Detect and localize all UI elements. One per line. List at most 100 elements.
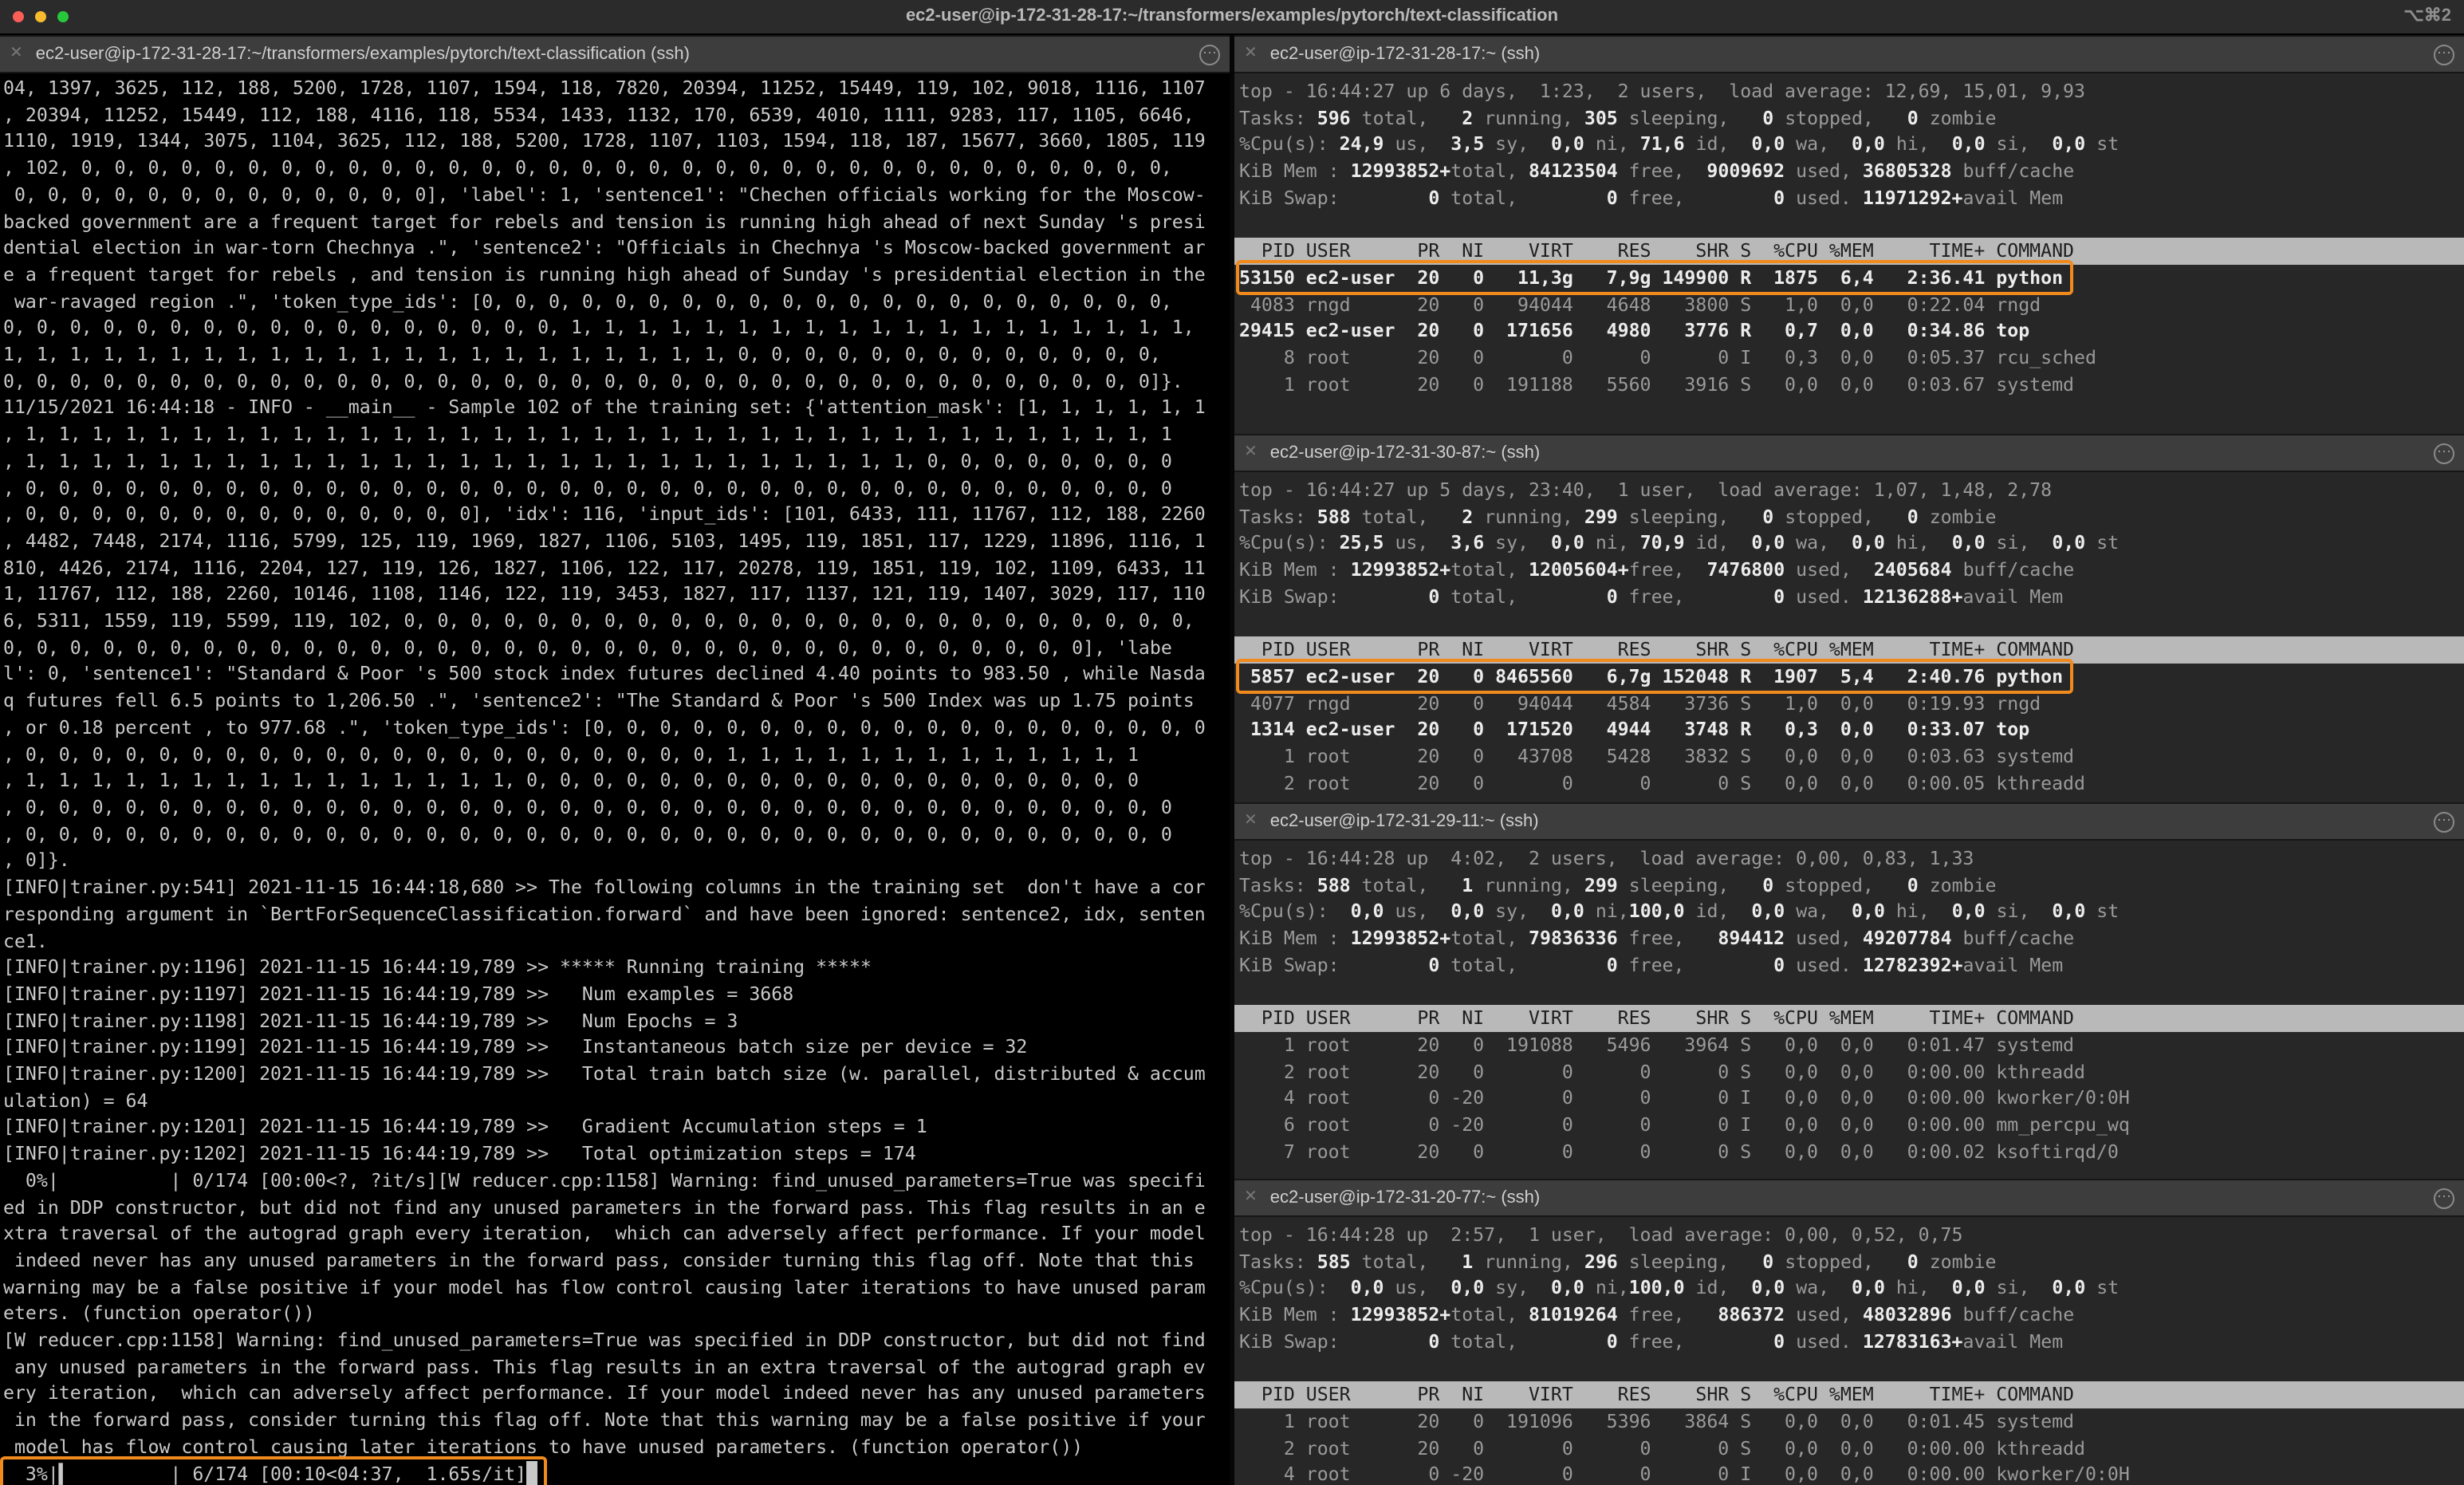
process-row: 29415 ec2-user 20 0 171656 4980 3776 R 0… — [1239, 318, 2464, 345]
terminal-line: l': 0, 'sentence1': "Standard & Poor 's … — [3, 661, 1230, 687]
terminal-line: indeed never has any unused parameters i… — [3, 1247, 1230, 1274]
process-row: 53150 ec2-user 20 0 11,3g 7,9g 149900 R … — [1239, 265, 2464, 291]
process-table-header: PID USER PR NI VIRT RES SHR S %CPU %MEM … — [1234, 1381, 2464, 1408]
terminal-line: 6, 5311, 1559, 119, 5599, 119, 102, 0, 0… — [3, 608, 1230, 634]
top-summary-line: KiB Swap: 0 total, 0 free, 0 used. 12136… — [1239, 584, 2464, 610]
close-pane-icon[interactable]: ✕ — [1244, 46, 1258, 62]
terminal-line: 11/15/2021 16:44:18 - INFO - __main__ - … — [3, 395, 1230, 421]
process-row: 8 root 20 0 0 0 0 I 0,3 0,0 0:05.37 rcu_… — [1239, 345, 2464, 371]
terminal-line: 0%| | 0/174 [00:00<?, ?it/s][W reducer.c… — [3, 1168, 1230, 1194]
terminal-line: , 1, 1, 1, 1, 1, 1, 1, 1, 1, 1, 1, 1, 1,… — [3, 448, 1230, 475]
terminal-line: 0, 0, 0, 0, 0, 0, 0, 0, 0, 0, 0, 0, 0, 0… — [3, 635, 1230, 661]
terminal-line: xtra traversal of the autograd graph eve… — [3, 1220, 1230, 1247]
top-summary-line: top - 16:44:27 up 6 days, 1:23, 2 users,… — [1239, 78, 2464, 104]
close-pane-icon[interactable]: ✕ — [1244, 445, 1258, 461]
top-summary-line: top - 16:44:27 up 5 days, 23:40, 1 user,… — [1239, 477, 2464, 503]
process-row: 4 root 0 -20 0 0 0 I 0,0 0,0 0:00.00 kwo… — [1239, 1462, 2464, 1485]
terminal-line: [INFO|trainer.py:1199] 2021-11-15 16:44:… — [3, 1034, 1230, 1061]
terminal-line: 1, 1, 1, 1, 1, 1, 1, 1, 1, 1, 1, 1, 1, 1… — [3, 341, 1230, 368]
terminal-line: , 4482, 7448, 2174, 1116, 5799, 125, 119… — [3, 528, 1230, 554]
training-log-terminal[interactable]: 04, 1397, 3625, 112, 188, 5200, 1728, 11… — [0, 73, 1230, 1485]
blank-line — [1239, 610, 2464, 636]
top-summary-line: %Cpu(s): 24,9 us, 3,5 sy, 0,0 ni, 71,6 i… — [1239, 132, 2464, 158]
terminal-line: [INFO|trainer.py:541] 2021-11-15 16:44:1… — [3, 874, 1230, 900]
terminal-line: ery iteration, which can adversely affec… — [3, 1381, 1230, 1407]
terminal-line: , 20394, 11252, 15449, 112, 188, 4116, 1… — [3, 101, 1230, 128]
process-row: 5857 ec2-user 20 0 8465560 6,7g 152048 R… — [1239, 664, 2464, 690]
pane-menu-icon[interactable]: ⋯ — [1199, 44, 1220, 65]
top-summary-line: %Cpu(s): 25,5 us, 3,6 sy, 0,0 ni, 70,9 i… — [1239, 530, 2464, 557]
window-titlebar: ec2-user@ip-172-31-28-17:~/transformers/… — [0, 0, 2464, 35]
terminal-line: 0, 0, 0, 0, 0, 0, 0, 0, 0, 0, 0, 0, 0], … — [3, 182, 1230, 208]
terminal-line: [INFO|trainer.py:1197] 2021-11-15 16:44:… — [3, 981, 1230, 1007]
terminal-line: , 0]}. — [3, 848, 1230, 874]
pane-menu-icon[interactable]: ⋯ — [2434, 1188, 2454, 1208]
terminal-line: 0, 0, 0, 0, 0, 0, 0, 0, 0, 0, 0, 0, 0, 0… — [3, 315, 1230, 341]
top-summary-line: %Cpu(s): 0,0 us, 0,0 sy, 0,0 ni,100,0 id… — [1239, 1275, 2464, 1302]
process-row: 7 root 20 0 0 0 0 S 0,0 0,0 0:00.02 ksof… — [1239, 1138, 2464, 1164]
process-row: 4083 rngd 20 0 94044 4648 3800 S 1,0 0,0… — [1239, 291, 2464, 317]
top-output-terminal[interactable]: top - 16:44:28 up 2:57, 1 user, load ave… — [1234, 1217, 2464, 1485]
terminal-line: model has flow control causing later ite… — [3, 1434, 1230, 1460]
terminal-cursor — [526, 1460, 537, 1485]
terminal-line: [INFO|trainer.py:1200] 2021-11-15 16:44:… — [3, 1061, 1230, 1087]
top-summary-line: KiB Mem : 12993852+total, 12005604+free,… — [1239, 557, 2464, 583]
terminal-line: , 1, 1, 1, 1, 1, 1, 1, 1, 1, 1, 1, 1, 1,… — [3, 768, 1230, 794]
terminal-line: , or 0.18 percent , to 977.68 .", 'token… — [3, 715, 1230, 741]
terminal-line: , 102, 0, 0, 0, 0, 0, 0, 0, 0, 0, 0, 0, … — [3, 155, 1230, 181]
terminal-line: ed in DDP constructor, but did not find … — [3, 1194, 1230, 1220]
terminal-line: war-ravaged region .", 'token_type_ids':… — [3, 288, 1230, 314]
terminal-line: q futures fell 6.5 points to 1,206.50 ."… — [3, 687, 1230, 714]
blank-line — [1239, 979, 2464, 1005]
terminal-line: 04, 1397, 3625, 112, 188, 5200, 1728, 11… — [3, 75, 1230, 101]
process-row: 1 root 20 0 191188 5560 3916 S 0,0 0,0 0… — [1239, 371, 2464, 397]
top-summary-line: Tasks: 588 total, 2 running, 299 sleepin… — [1239, 503, 2464, 530]
keyboard-shortcut-hint: ⌥⌘2 — [2403, 0, 2451, 33]
process-row: 6 root 0 -20 0 0 0 I 0,0 0,0 0:00.00 mm_… — [1239, 1112, 2464, 1138]
terminal-line: [INFO|trainer.py:1198] 2021-11-15 16:44:… — [3, 1007, 1230, 1034]
top-summary-line: KiB Swap: 0 total, 0 free, 0 used. 12783… — [1239, 1329, 2464, 1355]
terminal-line: [INFO|trainer.py:1196] 2021-11-15 16:44:… — [3, 954, 1230, 980]
process-row: 2 root 20 0 0 0 0 S 0,0 0,0 0:00.00 kthr… — [1239, 1435, 2464, 1461]
terminal-line: ce1. — [3, 928, 1230, 954]
top-output-terminal[interactable]: top - 16:44:27 up 5 days, 23:40, 1 user,… — [1234, 472, 2464, 802]
top-output-terminal[interactable]: top - 16:44:28 up 4:02, 2 users, load av… — [1234, 841, 2464, 1179]
terminal-line: , 0, 0, 0, 0, 0, 0, 0, 0, 0, 0, 0, 0, 0,… — [3, 475, 1230, 501]
close-pane-icon[interactable]: ✕ — [1244, 1190, 1258, 1206]
pane-menu-icon[interactable]: ⋯ — [2434, 44, 2454, 65]
right-pane-titlebar: ✕ec2-user@ip-172-31-30-87:~ (ssh)⋯ — [1234, 434, 2464, 472]
right-pane-title: ec2-user@ip-172-31-20-77:~ (ssh) — [1270, 1188, 2421, 1207]
terminal-line: [INFO|trainer.py:1201] 2021-11-15 16:44:… — [3, 1114, 1230, 1140]
python-process-annotation-box: 53150 ec2-user 20 0 11,3g 7,9g 149900 R … — [1239, 265, 2063, 291]
terminal-line: , 1, 1, 1, 1, 1, 1, 1, 1, 1, 1, 1, 1, 1,… — [3, 421, 1230, 447]
close-pane-icon[interactable]: ✕ — [1244, 813, 1258, 829]
left-pane-title: ec2-user@ip-172-31-28-17:~/transformers/… — [36, 45, 1187, 64]
top-summary-line: KiB Mem : 12993852+total, 79836336 free,… — [1239, 925, 2464, 951]
progress-annotation-box: 3%|▍ | 6/174 [00:10<04:37, 1.65s/it] — [3, 1460, 537, 1485]
terminal-line: 1110, 1919, 1344, 3075, 1104, 3625, 112,… — [3, 128, 1230, 155]
process-row: 1 root 20 0 43708 5428 3832 S 0,0 0,0 0:… — [1239, 743, 2464, 770]
close-pane-icon[interactable]: ✕ — [10, 46, 23, 62]
terminal-line: , 0, 0, 0, 0, 0, 0, 0, 0, 0, 0, 0, 0, 0,… — [3, 502, 1230, 528]
terminal-line: dential election in war-torn Chechnya ."… — [3, 234, 1230, 261]
top-summary-line: KiB Swap: 0 total, 0 free, 0 used. 12782… — [1239, 952, 2464, 979]
process-row: 4077 rngd 20 0 94044 4584 3736 S 1,0 0,0… — [1239, 690, 2464, 716]
top-summary-line: top - 16:44:28 up 2:57, 1 user, load ave… — [1239, 1222, 2464, 1248]
split-pane-area: ✕ ec2-user@ip-172-31-28-17:~/transformer… — [0, 35, 2464, 1485]
terminal-line: , 0, 0, 0, 0, 0, 0, 0, 0, 0, 0, 0, 0, 0,… — [3, 794, 1230, 821]
terminal-line: 1, 11767, 112, 188, 2260, 10146, 1108, 1… — [3, 581, 1230, 608]
process-row: 1 root 20 0 191096 5396 3864 S 0,0 0,0 0… — [1239, 1408, 2464, 1435]
blank-line — [1239, 211, 2464, 238]
left-pane-titlebar: ✕ ec2-user@ip-172-31-28-17:~/transformer… — [0, 35, 1230, 73]
pane-menu-icon[interactable]: ⋯ — [2434, 443, 2454, 463]
window-title: ec2-user@ip-172-31-28-17:~/transformers/… — [0, 0, 2464, 33]
process-row: 2 root 20 0 0 0 0 S 0,0 0,0 0:00.05 kthr… — [1239, 770, 2464, 796]
training-progress-line: 3%|▍ | 6/174 [00:10<04:37, 1.65s/it] — [3, 1460, 1230, 1485]
top-summary-line: KiB Swap: 0 total, 0 free, 0 used. 11971… — [1239, 185, 2464, 211]
terminal-line: any unused parameters in the forward pas… — [3, 1354, 1230, 1381]
top-output-terminal[interactable]: top - 16:44:27 up 6 days, 1:23, 2 users,… — [1234, 73, 2464, 434]
terminal-line: ulation) = 64 — [3, 1087, 1230, 1113]
process-table-header: PID USER PR NI VIRT RES SHR S %CPU %MEM … — [1234, 636, 2464, 663]
pane-menu-icon[interactable]: ⋯ — [2434, 811, 2454, 832]
top-summary-line: %Cpu(s): 0,0 us, 0,0 sy, 0,0 ni,100,0 id… — [1239, 899, 2464, 925]
